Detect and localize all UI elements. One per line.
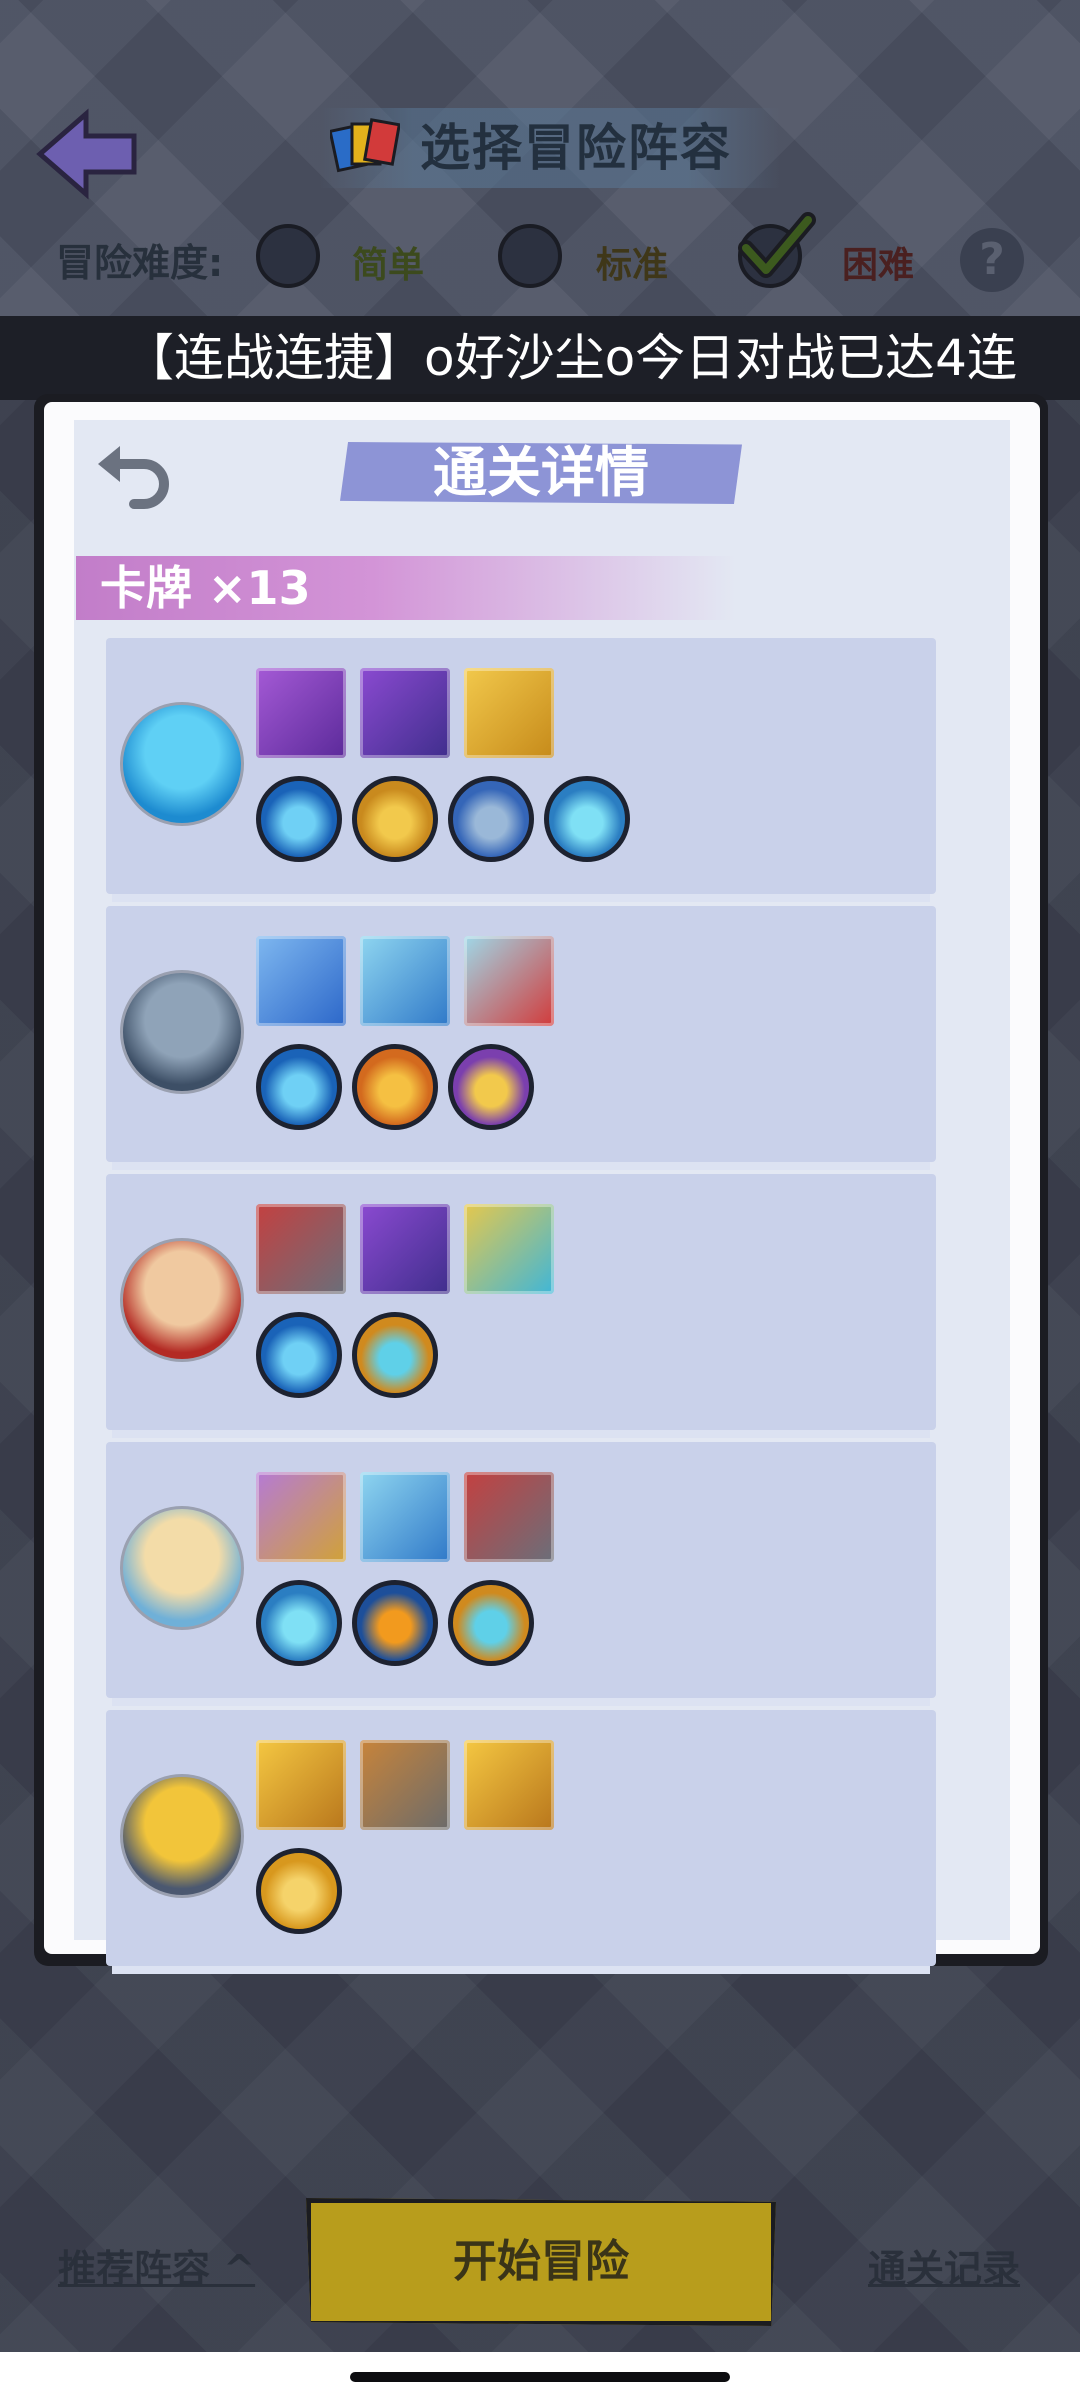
recommend-lineup-link[interactable]: 推荐阵容 ^ xyxy=(58,2238,255,2293)
back-arrow-icon[interactable] xyxy=(36,108,140,200)
gold-beast-skill-icon[interactable] xyxy=(256,1848,342,1934)
difficulty-label: 冒险难度: xyxy=(56,241,224,285)
difficulty-standard-label[interactable]: 标准 xyxy=(596,236,668,288)
frost-demon-avatar[interactable] xyxy=(120,970,244,1094)
panel-divider xyxy=(112,894,930,902)
blue-gem-skill-icon[interactable] xyxy=(256,776,342,862)
chevron-up-icon: ^ xyxy=(210,2247,256,2291)
golden-shield-icon[interactable] xyxy=(464,668,554,758)
panel-divider xyxy=(112,1162,930,1170)
red-hat-mage-avatar[interactable] xyxy=(120,1238,244,1362)
cyan-claw-skill-icon[interactable] xyxy=(448,1580,534,1666)
purple-spear-icon[interactable] xyxy=(360,1204,450,1294)
shield-wreath-icon[interactable] xyxy=(256,1472,346,1562)
panel-divider xyxy=(112,1966,930,1974)
difficulty-standard-radio[interactable] xyxy=(498,224,562,288)
panel-divider xyxy=(112,1430,930,1438)
gold-helmet-icon[interactable] xyxy=(256,1740,346,1830)
recommend-lineup-label: 推荐阵容 xyxy=(58,2247,211,2291)
difficulty-easy-radio[interactable] xyxy=(256,224,320,288)
blue-gem-skill-icon[interactable] xyxy=(256,1312,342,1398)
checkmark-icon xyxy=(738,212,816,278)
start-adventure-label[interactable]: 开始冒险 xyxy=(306,2198,776,2326)
purple-spear-icon[interactable] xyxy=(360,668,450,758)
difficulty-easy-label[interactable]: 简单 xyxy=(352,236,424,288)
blue-gem-skill-icon[interactable] xyxy=(256,1044,342,1130)
ice-crown-icon[interactable] xyxy=(256,936,346,1026)
fire-skill-icon[interactable] xyxy=(352,1044,438,1130)
golden-knight-avatar[interactable] xyxy=(120,1774,244,1898)
panel-divider xyxy=(112,1698,930,1706)
difficulty-hard-label[interactable]: 困难 xyxy=(842,236,914,288)
undo-back-icon[interactable] xyxy=(94,440,174,510)
blue-lightning-skill-icon[interactable] xyxy=(256,1580,342,1666)
page-title: 选择冒险阵容 xyxy=(420,119,732,177)
ice-spirit-avatar[interactable] xyxy=(120,702,244,826)
gold-helmet-icon[interactable] xyxy=(464,1740,554,1830)
clear-records-link[interactable]: 通关记录 xyxy=(868,2238,1020,2293)
purple-sword-icon[interactable] xyxy=(256,668,346,758)
blue-storm-skill-icon[interactable] xyxy=(448,776,534,862)
purple-blossom-skill-icon[interactable] xyxy=(448,1044,534,1130)
ticker-text: 【连战连捷】o好沙尘o今日对战已达4连 xyxy=(124,329,1017,387)
blue-lightning-skill-icon[interactable] xyxy=(544,776,630,862)
torch-skill-icon[interactable] xyxy=(352,1580,438,1666)
blue-crest-icon[interactable] xyxy=(360,936,450,1026)
cyan-blade-icon[interactable] xyxy=(464,1204,554,1294)
cards-count-label: 卡牌 ×13 xyxy=(100,561,311,615)
home-indicator[interactable] xyxy=(350,2372,730,2382)
blonde-princess-avatar[interactable] xyxy=(120,1506,244,1630)
stone-armor-icon[interactable] xyxy=(360,1740,450,1830)
gold-gem-skill-icon[interactable] xyxy=(352,776,438,862)
announcement-ticker: 【连战连捷】o好沙尘o今日对战已达4连 xyxy=(0,316,1080,400)
cards-icon xyxy=(330,118,400,173)
help-icon[interactable]: ? xyxy=(960,228,1024,292)
red-cannon-icon[interactable] xyxy=(464,1472,554,1562)
red-crab-claw-icon[interactable] xyxy=(464,936,554,1026)
cyan-claw-skill-icon[interactable] xyxy=(352,1312,438,1398)
blue-crest-icon[interactable] xyxy=(360,1472,450,1562)
red-cannon-icon[interactable] xyxy=(256,1204,346,1294)
modal-title: 通关详情 xyxy=(433,441,649,504)
